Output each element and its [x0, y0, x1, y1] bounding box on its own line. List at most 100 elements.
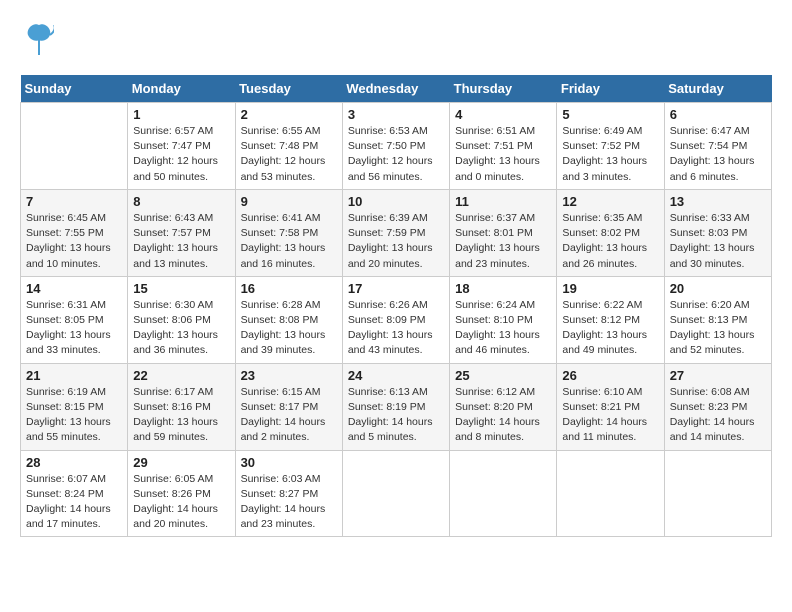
day-number: 30: [241, 455, 337, 470]
day-number: 7: [26, 194, 122, 209]
day-info: Sunrise: 6:10 AM Sunset: 8:21 PM Dayligh…: [562, 385, 658, 446]
week-row-5: 28 Sunrise: 6:07 AM Sunset: 8:24 PM Dayli…: [21, 450, 772, 537]
calendar-cell: 17 Sunrise: 6:26 AM Sunset: 8:09 PM Dayli…: [342, 276, 449, 363]
calendar-cell: 4 Sunrise: 6:51 AM Sunset: 7:51 PM Daylig…: [450, 103, 557, 190]
day-number: 13: [670, 194, 766, 209]
day-info: Sunrise: 6:30 AM Sunset: 8:06 PM Dayligh…: [133, 298, 229, 359]
day-info: Sunrise: 6:03 AM Sunset: 8:27 PM Dayligh…: [241, 472, 337, 533]
calendar-cell: 27 Sunrise: 6:08 AM Sunset: 8:23 PM Dayli…: [664, 363, 771, 450]
calendar-cell: 2Sunrise: 6:55 AM Sunset: 7:48 PM Daylig…: [235, 103, 342, 190]
day-info: Sunrise: 6:41 AM Sunset: 7:58 PM Dayligh…: [241, 211, 337, 272]
day-number: 4: [455, 107, 551, 122]
day-info: Sunrise: 6:51 AM Sunset: 7:51 PM Dayligh…: [455, 124, 551, 185]
logo: [20, 20, 54, 65]
calendar-cell: 22 Sunrise: 6:17 AM Sunset: 8:16 PM Dayli…: [128, 363, 235, 450]
calendar-cell: 25 Sunrise: 6:12 AM Sunset: 8:20 PM Dayli…: [450, 363, 557, 450]
calendar-cell: 19 Sunrise: 6:22 AM Sunset: 8:12 PM Dayli…: [557, 276, 664, 363]
day-number: 16: [241, 281, 337, 296]
day-info: Sunrise: 6:43 AM Sunset: 7:57 PM Dayligh…: [133, 211, 229, 272]
day-number: 29: [133, 455, 229, 470]
day-number: 8: [133, 194, 229, 209]
day-number: 10: [348, 194, 444, 209]
weekday-header-saturday: Saturday: [664, 75, 771, 103]
calendar-cell: 1 Sunrise: 6:57 AM Sunset: 7:47 PM Daylig…: [128, 103, 235, 190]
day-number: 24: [348, 368, 444, 383]
day-info: Sunrise: 6:28 AM Sunset: 8:08 PM Dayligh…: [241, 298, 337, 359]
day-number: 1: [133, 107, 229, 122]
calendar-cell: 10 Sunrise: 6:39 AM Sunset: 7:59 PM Dayli…: [342, 189, 449, 276]
day-number: 18: [455, 281, 551, 296]
day-number: 3: [348, 107, 444, 122]
calendar-cell: 21Sunrise: 6:19 AM Sunset: 8:15 PM Dayli…: [21, 363, 128, 450]
calendar-cell: [450, 450, 557, 537]
day-info: Sunrise: 6:35 AM Sunset: 8:02 PM Dayligh…: [562, 211, 658, 272]
week-row-2: 7 Sunrise: 6:45 AM Sunset: 7:55 PM Daylig…: [21, 189, 772, 276]
day-number: 22: [133, 368, 229, 383]
calendar-cell: 23 Sunrise: 6:15 AM Sunset: 8:17 PM Dayli…: [235, 363, 342, 450]
day-info: Sunrise: 6:39 AM Sunset: 7:59 PM Dayligh…: [348, 211, 444, 272]
weekday-header-tuesday: Tuesday: [235, 75, 342, 103]
calendar-cell: 30 Sunrise: 6:03 AM Sunset: 8:27 PM Dayli…: [235, 450, 342, 537]
day-info: Sunrise: 6:53 AM Sunset: 7:50 PM Dayligh…: [348, 124, 444, 185]
calendar-cell: 26Sunrise: 6:10 AM Sunset: 8:21 PM Dayli…: [557, 363, 664, 450]
day-number: 17: [348, 281, 444, 296]
day-info: Sunrise: 6:13 AM Sunset: 8:19 PM Dayligh…: [348, 385, 444, 446]
calendar-cell: 3 Sunrise: 6:53 AM Sunset: 7:50 PM Daylig…: [342, 103, 449, 190]
day-info: Sunrise: 6:57 AM Sunset: 7:47 PM Dayligh…: [133, 124, 229, 185]
day-number: 6: [670, 107, 766, 122]
day-info: Sunrise: 6:45 AM Sunset: 7:55 PM Dayligh…: [26, 211, 122, 272]
day-info: Sunrise: 6:08 AM Sunset: 8:23 PM Dayligh…: [670, 385, 766, 446]
calendar-cell: 8 Sunrise: 6:43 AM Sunset: 7:57 PM Daylig…: [128, 189, 235, 276]
calendar-cell: [664, 450, 771, 537]
day-number: 21: [26, 368, 122, 383]
weekday-header-friday: Friday: [557, 75, 664, 103]
day-number: 15: [133, 281, 229, 296]
day-number: 11: [455, 194, 551, 209]
day-number: 20: [670, 281, 766, 296]
day-number: 12: [562, 194, 658, 209]
day-number: 14: [26, 281, 122, 296]
day-info: Sunrise: 6:20 AM Sunset: 8:13 PM Dayligh…: [670, 298, 766, 359]
day-info: Sunrise: 6:12 AM Sunset: 8:20 PM Dayligh…: [455, 385, 551, 446]
week-row-3: 14Sunrise: 6:31 AM Sunset: 8:05 PM Dayli…: [21, 276, 772, 363]
logo-bird-icon: [24, 20, 54, 65]
day-info: Sunrise: 6:22 AM Sunset: 8:12 PM Dayligh…: [562, 298, 658, 359]
day-number: 5: [562, 107, 658, 122]
calendar-table: SundayMondayTuesdayWednesdayThursdayFrid…: [20, 75, 772, 537]
day-number: 27: [670, 368, 766, 383]
weekday-header-monday: Monday: [128, 75, 235, 103]
calendar-cell: 24 Sunrise: 6:13 AM Sunset: 8:19 PM Dayli…: [342, 363, 449, 450]
calendar-cell: 20 Sunrise: 6:20 AM Sunset: 8:13 PM Dayli…: [664, 276, 771, 363]
weekday-header-row: SundayMondayTuesdayWednesdayThursdayFrid…: [21, 75, 772, 103]
day-number: 2: [241, 107, 337, 122]
day-info: Sunrise: 6:26 AM Sunset: 8:09 PM Dayligh…: [348, 298, 444, 359]
weekday-header-thursday: Thursday: [450, 75, 557, 103]
day-info: Sunrise: 6:17 AM Sunset: 8:16 PM Dayligh…: [133, 385, 229, 446]
day-info: Sunrise: 6:15 AM Sunset: 8:17 PM Dayligh…: [241, 385, 337, 446]
calendar-cell: [342, 450, 449, 537]
calendar-cell: 28 Sunrise: 6:07 AM Sunset: 8:24 PM Dayli…: [21, 450, 128, 537]
calendar-cell: 9 Sunrise: 6:41 AM Sunset: 7:58 PM Daylig…: [235, 189, 342, 276]
week-row-1: 1 Sunrise: 6:57 AM Sunset: 7:47 PM Daylig…: [21, 103, 772, 190]
calendar-cell: 13 Sunrise: 6:33 AM Sunset: 8:03 PM Dayli…: [664, 189, 771, 276]
calendar-cell: 18Sunrise: 6:24 AM Sunset: 8:10 PM Dayli…: [450, 276, 557, 363]
calendar-cell: 12 Sunrise: 6:35 AM Sunset: 8:02 PM Dayli…: [557, 189, 664, 276]
day-info: Sunrise: 6:33 AM Sunset: 8:03 PM Dayligh…: [670, 211, 766, 272]
calendar-cell: [557, 450, 664, 537]
day-number: 28: [26, 455, 122, 470]
calendar-cell: 7 Sunrise: 6:45 AM Sunset: 7:55 PM Daylig…: [21, 189, 128, 276]
calendar-cell: 15 Sunrise: 6:30 AM Sunset: 8:06 PM Dayli…: [128, 276, 235, 363]
page-header: [20, 20, 772, 65]
day-info: Sunrise: 6:05 AM Sunset: 8:26 PM Dayligh…: [133, 472, 229, 533]
calendar-cell: 11Sunrise: 6:37 AM Sunset: 8:01 PM Dayli…: [450, 189, 557, 276]
day-number: 19: [562, 281, 658, 296]
day-number: 9: [241, 194, 337, 209]
calendar-cell: 16 Sunrise: 6:28 AM Sunset: 8:08 PM Dayli…: [235, 276, 342, 363]
day-info: Sunrise: 6:49 AM Sunset: 7:52 PM Dayligh…: [562, 124, 658, 185]
day-number: 23: [241, 368, 337, 383]
day-info: Sunrise: 6:07 AM Sunset: 8:24 PM Dayligh…: [26, 472, 122, 533]
weekday-header-sunday: Sunday: [21, 75, 128, 103]
day-number: 25: [455, 368, 551, 383]
calendar-cell: 6Sunrise: 6:47 AM Sunset: 7:54 PM Daylig…: [664, 103, 771, 190]
week-row-4: 21Sunrise: 6:19 AM Sunset: 8:15 PM Dayli…: [21, 363, 772, 450]
